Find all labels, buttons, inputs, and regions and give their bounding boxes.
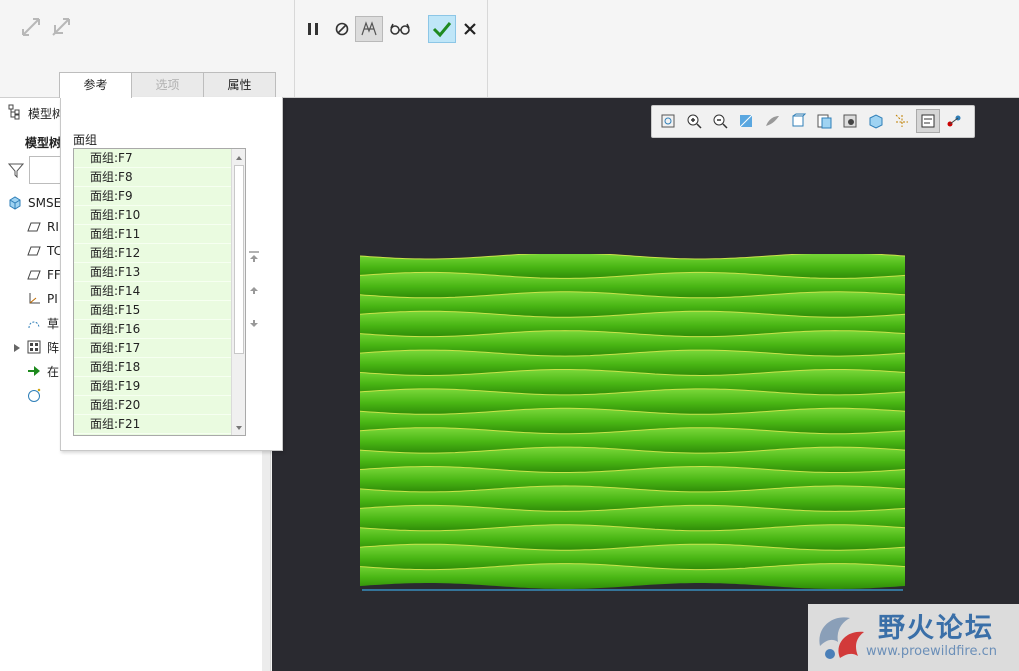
list-item[interactable]: 面组:F7 [74,149,245,168]
glasses-preview-icon[interactable] [388,18,412,40]
model-tree-icon [8,104,22,120]
zoom-in-icon[interactable] [682,109,706,133]
list-item[interactable]: 面组:F17 [74,339,245,358]
tab-options[interactable]: 选项 [131,72,204,97]
tree-item-sketch[interactable]: 草 [27,313,59,333]
tree-item-front-plane[interactable]: FF [27,265,61,285]
tab-properties[interactable]: 属性 [203,72,276,97]
tree-item-label: RI [47,220,59,234]
move-to-top-icon[interactable] [247,250,263,266]
named-views-icon[interactable] [812,109,836,133]
move-up-icon[interactable] [247,283,263,299]
annotation-display-icon[interactable] [916,109,940,133]
list-item[interactable]: 面组:F11 [74,225,245,244]
flip-arrows-icon[interactable] [18,14,44,40]
quilt-group-label: 面组 [73,133,98,147]
tree-item-active-feature[interactable] [27,385,51,405]
list-item[interactable]: 面组:F12 [74,244,245,263]
refit-icon[interactable] [656,109,680,133]
list-item[interactable]: 面组:F8 [74,168,245,187]
move-down-icon[interactable] [247,317,263,333]
no-preview-icon[interactable] [331,18,353,40]
repaint-icon[interactable] [734,109,758,133]
coordinate-system-icon [27,292,41,306]
tree-item-label: PI [47,292,58,306]
list-item[interactable]: 面组:F9 [74,187,245,206]
cancel-x-icon[interactable] [460,19,480,39]
list-item[interactable]: 面组:F14 [74,282,245,301]
list-item[interactable]: 面组:F13 [74,263,245,282]
confirm-check-icon[interactable] [428,15,456,43]
tree-item-insert-here[interactable]: 在 [27,361,59,381]
tab-references[interactable]: 参考 [59,72,132,98]
list-scrollbar[interactable] [231,149,245,435]
tree-item-csys[interactable]: PI [27,289,58,309]
display-style-icon[interactable] [760,109,784,133]
saved-views-icon[interactable] [786,109,810,133]
scroll-up-icon[interactable] [234,152,244,162]
model-tree-subheader: 模型树 [25,136,62,150]
tree-item-label: 在 [47,364,60,379]
scroll-down-icon[interactable] [234,422,244,432]
pattern-icon [27,340,41,354]
forum-watermark: 野火论坛 www.proewildfire.cn [808,604,1019,671]
datum-display-icon[interactable] [890,109,914,133]
feature-in-progress-icon [27,387,45,403]
expand-arrow-icon[interactable] [13,342,21,356]
model-tree-header: 模型树 [28,107,65,121]
section-icon[interactable] [864,109,888,133]
datum-plane-icon [27,268,41,282]
datum-plane-icon [27,244,41,258]
list-item[interactable]: 面组:F10 [74,206,245,225]
datum-plane-icon [27,220,41,234]
tree-item-label: SMSE [28,196,62,210]
references-panel: 面组 面组:F7 面组:F8 面组:F9 面组:F10 面组:F11 面组:F12 面组:F… [60,97,283,451]
render-icon[interactable] [838,109,862,133]
tree-item-label: 草 [47,316,60,331]
insert-here-arrow-icon [27,364,41,378]
list-item[interactable]: 面组:F19 [74,377,245,396]
tree-item-pattern[interactable]: 阵 [27,337,59,357]
list-item[interactable]: 面组:F15 [74,301,245,320]
spin-center-icon[interactable] [942,109,966,133]
scroll-thumb[interactable] [234,165,244,354]
list-item[interactable]: 面组:F16 [74,320,245,339]
quilt-reference-list[interactable]: 面组:F7 面组:F8 面组:F9 面组:F10 面组:F11 面组:F12 面组:F13 面… [73,148,246,436]
view-toolbar [651,105,975,138]
forum-title: 野火论坛 [878,613,994,644]
list-item[interactable]: 面组:F18 [74,358,245,377]
filter-icon[interactable] [7,162,26,180]
tree-item-top-plane[interactable]: TC [27,241,62,261]
quilt-surface[interactable] [360,254,905,594]
verify-mesh-icon[interactable] [355,16,383,42]
sketch-icon [27,316,41,330]
zoom-out-icon[interactable] [708,109,732,133]
tree-item-part[interactable]: SMSE [8,193,61,213]
part-cube-icon [8,196,22,210]
forum-url: www.proewildfire.cn [866,644,997,659]
graphics-window[interactable] [272,98,1019,671]
flip-arrows-alt-icon[interactable] [48,14,74,40]
tree-item-right-plane[interactable]: RI [27,217,59,237]
tree-item-label: FF [47,268,61,282]
forum-logo-icon [812,608,874,666]
pause-icon[interactable] [302,18,324,40]
list-item[interactable]: 面组:F21 [74,415,245,434]
tree-item-label: 阵 [47,340,60,355]
list-item[interactable]: 面组:F20 [74,396,245,415]
